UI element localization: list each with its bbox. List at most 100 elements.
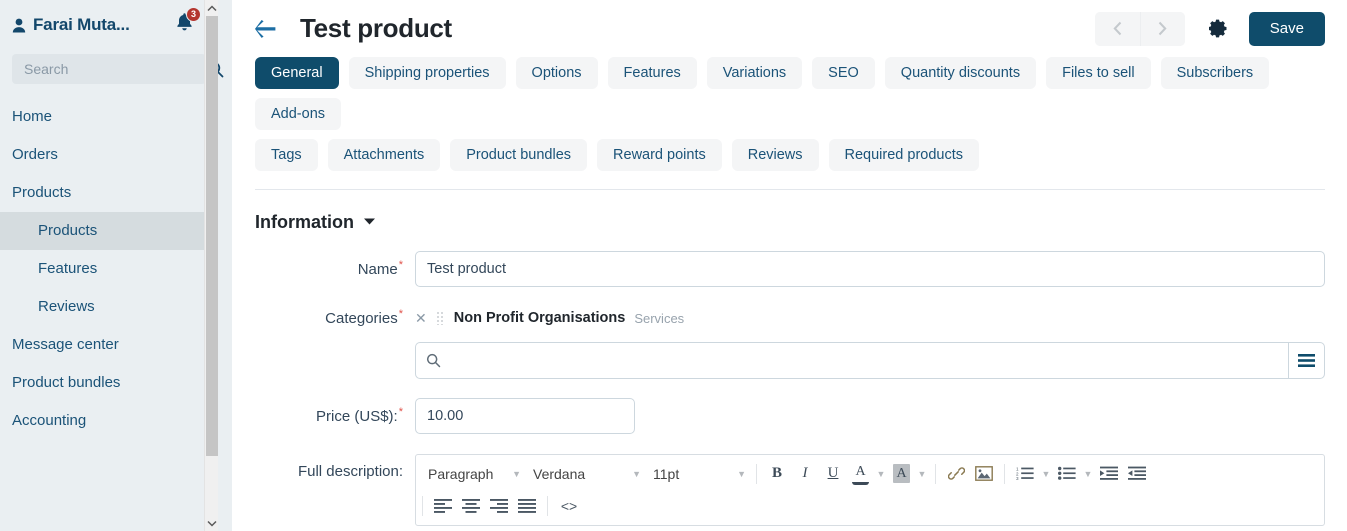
sidebar-item-label: Message center — [12, 336, 119, 353]
save-button[interactable]: Save — [1248, 11, 1325, 46]
sidebar-user-name: Farai Muta... — [33, 15, 130, 34]
align-center-icon[interactable] — [457, 493, 485, 520]
tab-variations[interactable]: Variations — [706, 57, 803, 89]
sidebar-item-label: Accounting — [12, 412, 87, 429]
arrow-left-icon[interactable] — [255, 19, 277, 38]
align-justify-icon[interactable] — [513, 493, 541, 520]
background-color-icon[interactable]: A — [893, 464, 910, 483]
tab-attachments[interactable]: Attachments — [327, 139, 441, 171]
sidebar-search[interactable] — [12, 54, 224, 84]
chevron-right-icon[interactable] — [1139, 11, 1185, 46]
price-input[interactable] — [415, 398, 635, 434]
sidebar-item-features[interactable]: Features — [0, 250, 218, 288]
sidebar-item-products[interactable]: Products — [0, 212, 218, 250]
tab-product-bundles[interactable]: Product bundles — [450, 139, 588, 171]
source-code-icon[interactable]: <> — [554, 493, 584, 520]
close-icon[interactable]: ✕ — [415, 311, 427, 325]
link-icon[interactable] — [942, 460, 970, 487]
font-size-value: 11pt — [653, 465, 680, 482]
text-color-icon[interactable]: A — [852, 463, 869, 485]
list-icon[interactable] — [1288, 342, 1325, 379]
sidebar-item-products[interactable]: Products — [0, 174, 218, 212]
tab-reward-points[interactable]: Reward points — [597, 139, 722, 171]
font-family-select[interactable]: Verdana ▼ — [525, 461, 645, 486]
tab-options[interactable]: Options — [515, 57, 598, 89]
numbered-list-icon[interactable]: 1 2 3 — [1011, 460, 1039, 487]
text-color-chevron-down-icon[interactable]: ▼ — [874, 460, 888, 487]
sidebar-item-home[interactable]: Home — [0, 98, 218, 136]
sidebar: Farai Muta... 3 HomeOrdersProd — [0, 0, 232, 531]
tab-files-to-sell[interactable]: Files to sell — [1046, 57, 1151, 89]
outdent-icon[interactable] — [1123, 460, 1151, 487]
align-right-icon[interactable] — [485, 493, 513, 520]
toolbar-separator — [1004, 463, 1005, 484]
font-family-value: Verdana — [533, 465, 586, 482]
tab-add-ons[interactable]: Add-ons — [255, 98, 342, 130]
tab-features[interactable]: Features — [607, 57, 697, 89]
sidebar-item-accounting[interactable]: Accounting — [0, 402, 218, 440]
sidebar-scrollbar[interactable] — [204, 0, 218, 531]
bullet-list-chevron-down-icon[interactable]: ▼ — [1081, 460, 1095, 487]
sidebar-user-header[interactable]: Farai Muta... 3 — [0, 0, 218, 48]
person-icon — [12, 18, 26, 33]
tab-shipping-properties[interactable]: Shipping properties — [348, 57, 506, 89]
rich-text-editor: Paragraph ▼ Verdana ▼ 11pt ▼ B I U A ▼ A… — [415, 454, 1325, 526]
record-nav-group — [1094, 11, 1185, 46]
search-input[interactable] — [22, 54, 207, 84]
chevron-down-icon: ▼ — [632, 468, 641, 479]
full-description-label: Full description: — [297, 463, 403, 480]
category-search-input[interactable] — [447, 343, 1278, 378]
toolbar-separator — [422, 496, 423, 516]
sidebar-item-product-bundles[interactable]: Product bundles — [0, 364, 218, 402]
bold-icon[interactable]: B — [763, 460, 791, 487]
underline-icon[interactable]: U — [819, 460, 847, 487]
required-marker: * — [398, 259, 403, 271]
italic-icon[interactable]: I — [791, 460, 819, 487]
category-search[interactable] — [415, 342, 1288, 379]
caret-down-icon[interactable] — [364, 218, 375, 228]
information-section-header[interactable]: Information — [232, 190, 1347, 233]
price-label-text: Price (US$): — [316, 408, 398, 425]
scrollbar-thumb[interactable] — [206, 16, 218, 456]
categories-label-text: Categories — [325, 310, 398, 327]
sidebar-item-reviews[interactable]: Reviews — [0, 288, 218, 326]
category-parent: Services — [634, 310, 685, 326]
required-marker: * — [398, 308, 403, 320]
information-form: Name* Categories* ✕ Non Profit Organisat… — [232, 251, 1347, 526]
sidebar-item-label: Home — [12, 108, 53, 125]
field-row-full-description: Full description: Paragraph ▼ Verdana ▼ — [255, 454, 1325, 526]
scroll-down-arrow-icon[interactable] — [205, 515, 219, 531]
tab-reviews[interactable]: Reviews — [731, 139, 819, 171]
gear-icon[interactable] — [1199, 12, 1239, 46]
name-input[interactable] — [415, 251, 1325, 287]
required-marker: * — [398, 406, 403, 418]
tabs-row-secondary: Tags Attachments Product bundles Reward poi… — [255, 139, 1325, 171]
toolbar-separator — [756, 463, 757, 484]
tab-tags[interactable]: Tags — [255, 139, 318, 171]
background-color-chevron-down-icon[interactable]: ▼ — [915, 460, 929, 487]
scroll-up-arrow-icon[interactable] — [205, 0, 219, 16]
tab-required-products[interactable]: Required products — [828, 139, 980, 171]
font-size-select[interactable]: 11pt ▼ — [645, 461, 750, 486]
notifications-button[interactable]: 3 — [175, 7, 201, 35]
tab-seo[interactable]: SEO — [812, 57, 875, 89]
tab-quantity-discounts[interactable]: Quantity discounts — [884, 57, 1037, 89]
drag-handle-icon[interactable] — [435, 311, 445, 325]
tab-general[interactable]: General — [255, 57, 339, 89]
sidebar-item-message-center[interactable]: Message center — [0, 326, 218, 364]
bullet-list-icon[interactable] — [1053, 460, 1081, 487]
image-icon[interactable] — [970, 460, 998, 487]
search-icon — [426, 353, 441, 368]
tab-subscribers[interactable]: Subscribers — [1160, 57, 1270, 89]
category-search-row — [415, 342, 1325, 379]
block-format-select[interactable]: Paragraph ▼ — [420, 461, 525, 486]
chevron-left-icon[interactable] — [1094, 11, 1140, 46]
sidebar-item-label: Products — [38, 222, 98, 239]
sidebar-item-orders[interactable]: Orders — [0, 136, 218, 174]
indent-icon[interactable] — [1095, 460, 1123, 487]
align-left-icon[interactable] — [429, 493, 457, 520]
page-title: Test product — [300, 13, 452, 43]
field-row-price: Price (US$):* — [255, 398, 1325, 434]
category-name: Non Profit Organisations — [453, 310, 626, 326]
numbered-list-chevron-down-icon[interactable]: ▼ — [1039, 460, 1053, 487]
